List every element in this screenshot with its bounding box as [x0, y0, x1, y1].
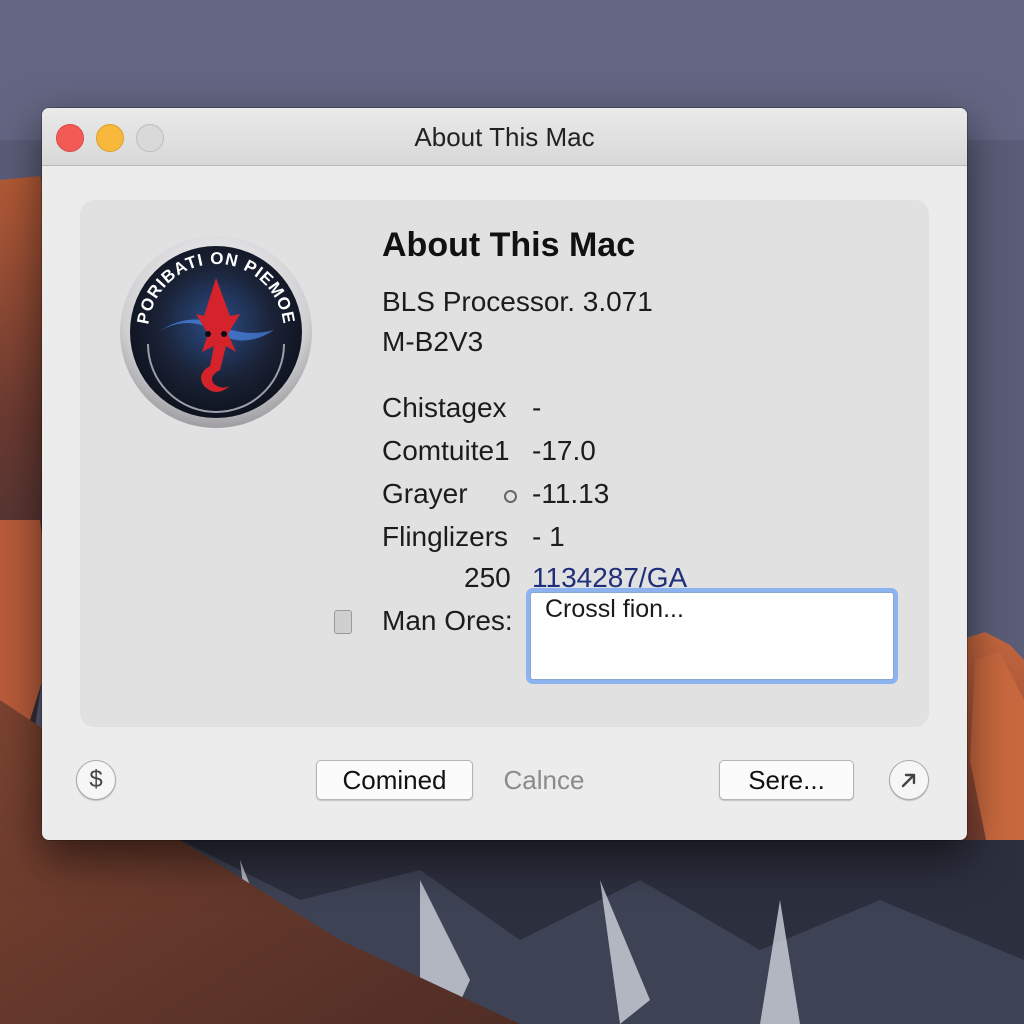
spec-label: 250	[464, 562, 511, 593]
sere-button[interactable]: Sere...	[719, 760, 854, 800]
notes-field[interactable]: Crossl fion...	[530, 592, 894, 680]
calnce-button[interactable]: Calnce	[494, 760, 594, 800]
processor-text: BLS Processor. 3.071	[382, 286, 653, 317]
help-button[interactable]: $	[76, 760, 116, 800]
spec-value: -17.0	[532, 435, 596, 466]
notes-checkbox[interactable]	[334, 610, 352, 634]
notes-label: Man Ores:	[382, 605, 513, 636]
arrow-up-right-icon	[901, 773, 916, 788]
spec-label: Flinglizers	[382, 521, 509, 552]
info-heading: About This Mac	[382, 226, 636, 264]
open-button[interactable]	[889, 760, 929, 800]
spec-value: -11.13	[532, 478, 610, 509]
spec-value: - 1	[532, 521, 565, 552]
spec-label: Chistagex	[382, 392, 507, 423]
spec-value: -	[532, 392, 542, 423]
spec-label: Grayer	[382, 478, 468, 509]
title-bar[interactable]: About This Mac	[42, 108, 967, 166]
comined-button[interactable]: Comined	[316, 760, 473, 800]
window-title: About This Mac	[414, 122, 595, 152]
dollar-icon: $	[89, 766, 103, 793]
serial-link[interactable]: 1134287/GA	[532, 562, 687, 594]
os-logo-badge: PORIBATI ON PIEMOE	[120, 236, 312, 428]
spec-label: Comtuite1	[382, 435, 510, 466]
radio-button[interactable]	[504, 490, 517, 503]
model-text: M-B2V3	[382, 326, 484, 357]
about-this-mac-window: About This Mac PORIBATI ON PIEMOE About …	[42, 108, 967, 840]
